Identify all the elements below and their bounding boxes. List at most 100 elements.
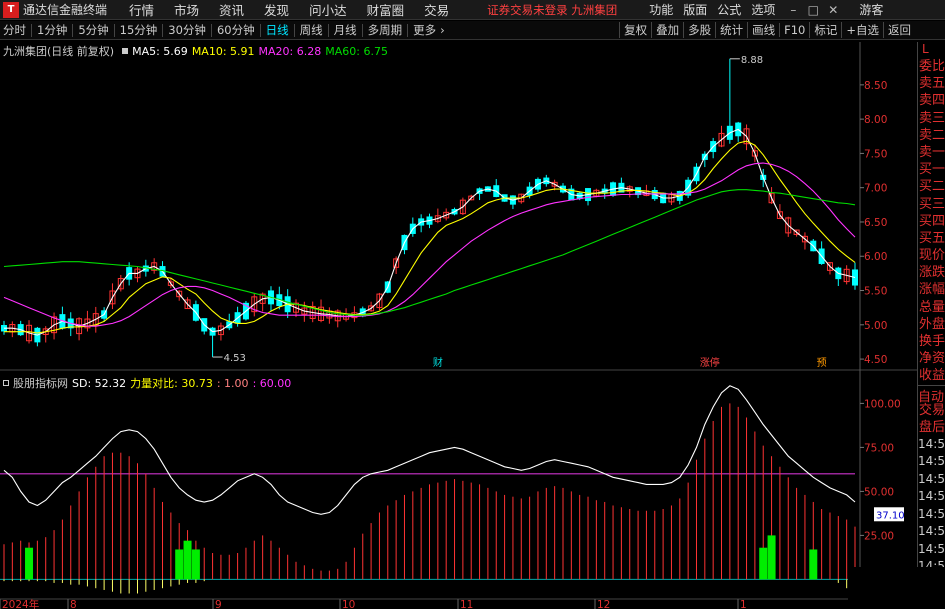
tick-time: 14:56 <box>918 506 945 521</box>
period-tab[interactable]: 周线 <box>297 22 326 38</box>
panel-sub-fields: 交易 盘后 <box>918 402 945 436</box>
quote-field-label: 买五 <box>919 230 945 246</box>
tool-button[interactable]: +自选 <box>841 22 883 38</box>
panel-sub-label[interactable]: 交易 <box>918 402 945 419</box>
window-buttons: – □ ✕ <box>783 3 843 17</box>
ma20-label: MA20: 6.28 <box>258 44 322 58</box>
chart-tools: 复权 叠加 多股 统计 画线 F10 标记 +自选 返回 <box>619 22 915 38</box>
signal-block <box>191 549 200 580</box>
title-right-menu: 功能 版面 公式 选项 <box>639 1 775 18</box>
signal-block <box>809 549 818 580</box>
period-tab[interactable]: 月线 <box>331 22 360 38</box>
separator <box>327 23 329 37</box>
quote-field-label: 买三 <box>919 196 945 212</box>
quote-field-label: 买四 <box>919 213 945 229</box>
tool-button[interactable]: 复权 <box>619 22 651 38</box>
period-tab[interactable]: 15分钟 <box>117 22 161 38</box>
separator <box>210 23 212 37</box>
title-right-item[interactable]: 功能 <box>649 1 673 18</box>
period-tab[interactable]: 5分钟 <box>75 22 111 38</box>
tool-button[interactable]: 多股 <box>683 22 715 38</box>
separator <box>113 23 115 37</box>
value-tag: 37.10 <box>876 510 905 521</box>
x-axis-label: 9 <box>215 599 222 609</box>
quote-field-label: 卖五 <box>919 76 945 92</box>
signal-block <box>767 535 776 580</box>
period-tabs: 分时 1分钟 5分钟 15分钟 30分钟 60分钟 日线 周线 月线 多周期 更多 <box>0 22 439 38</box>
separator <box>72 23 74 37</box>
menu-item[interactable]: 问小达 <box>309 0 347 19</box>
panel-level-label[interactable]: L <box>918 42 945 58</box>
ma60-label: MA60: 6.75 <box>325 44 388 58</box>
price-annotation: 4.53 <box>224 353 246 364</box>
period-tab[interactable]: 30分钟 <box>165 22 209 38</box>
period-tab[interactable]: 日线 <box>263 22 292 38</box>
y-tick-label: 5.50 <box>864 286 887 298</box>
close-icon[interactable]: ✕ <box>823 3 843 17</box>
ma10-label: MA10: 5.91 <box>191 44 255 58</box>
tool-button[interactable]: 返回 <box>883 22 915 38</box>
v2-label: : 60.00 <box>252 376 292 390</box>
panel-auto-label[interactable]: 自动 <box>918 384 945 405</box>
tick-time: 14:56 <box>918 471 945 486</box>
menu-item[interactable]: 行情 <box>129 0 154 19</box>
quote-fields: 委比 卖五 卖四 卖三 卖二 卖一 买一 买二 买三 买四 买五 现价 涨跌 涨幅 总量 外盘 换手 净资 收益 <box>918 58 945 385</box>
v1-label: : 1.00 <box>216 376 249 390</box>
more-arrow-icon[interactable]: › <box>440 23 445 37</box>
y-tick-label: 100.00 <box>864 398 901 410</box>
menu-item[interactable]: 市场 <box>174 0 199 19</box>
title-right-item[interactable]: 版面 <box>683 1 707 18</box>
y-tick-label: 7.00 <box>864 183 887 195</box>
maximize-icon[interactable]: □ <box>803 3 823 17</box>
panel-sub-label[interactable]: 盘后 <box>918 419 945 436</box>
tick-time: 14:56 <box>918 454 945 469</box>
separator <box>162 23 164 37</box>
quote-field-label: 卖一 <box>919 144 945 160</box>
period-tab[interactable]: 1分钟 <box>34 22 70 38</box>
title-right-item[interactable]: 公式 <box>717 1 741 18</box>
menu-item[interactable]: 交易 <box>424 0 449 19</box>
guest-user[interactable]: 游客 <box>859 1 883 18</box>
menu-item[interactable]: 财富圈 <box>367 0 405 19</box>
y-tick-label: 5.00 <box>864 320 887 332</box>
signal-block <box>183 540 192 580</box>
period-tab[interactable]: 更多 <box>410 22 439 38</box>
menu-item[interactable]: 发现 <box>264 0 289 19</box>
y-tick-label: 25.00 <box>864 530 894 542</box>
y-tick-label: 8.00 <box>864 114 887 126</box>
tool-button[interactable]: 标记 <box>809 22 841 38</box>
quote-field-label: 外盘 <box>919 316 945 332</box>
menu-item[interactable]: 资讯 <box>219 0 244 19</box>
chart-area[interactable]: 8.50 8.00 7.50 7.00 6.50 6.00 5.50 5.00 4.50 100.… <box>0 42 917 609</box>
minimize-icon[interactable]: – <box>783 3 803 17</box>
title-right-item[interactable]: 选项 <box>751 1 775 18</box>
y-tick-label: 6.00 <box>864 251 887 263</box>
quote-field-label: 委比 <box>919 59 945 74</box>
tool-button[interactable]: 叠加 <box>651 22 683 38</box>
quote-field-label: 卖三 <box>919 110 945 126</box>
tick-time: 14:56 <box>918 524 945 539</box>
tool-button[interactable]: 统计 <box>715 22 747 38</box>
tool-button[interactable]: 画线 <box>747 22 779 38</box>
quote-field-label: 净资 <box>919 351 945 367</box>
signal-block <box>175 549 184 580</box>
y-tick-label: 7.50 <box>864 148 887 160</box>
tool-button[interactable]: F10 <box>779 23 809 37</box>
watermark <box>848 567 944 609</box>
quote-field-label: 涨跌 <box>919 265 945 281</box>
period-tab[interactable]: 分时 <box>0 22 29 38</box>
x-axis-label: 12 <box>597 599 610 609</box>
tick-time: 14:56 <box>918 489 945 504</box>
trade-login-notice[interactable]: 证券交易未登录 九洲集团 <box>487 2 617 18</box>
stock-name[interactable]: 九洲集团(日线 前复权) <box>3 43 114 59</box>
period-tab[interactable]: 60分钟 <box>214 22 258 38</box>
quote-field-label: 卖四 <box>919 93 945 109</box>
quote-side-panel: L 委比 卖五 卖四 卖三 卖二 卖一 买一 买二 买三 买四 买五 现价 涨跌 涨幅 总量 外盘 换手 净资 收益… <box>917 42 945 609</box>
ma-dot-icon <box>122 48 129 54</box>
x-axis-label: 2024年 <box>2 598 39 609</box>
sub-indicator-line: 股朋指标网 SD: 52.32 力量对比: 30.73 : 1.00 : 60.… <box>3 375 291 391</box>
quote-field-label: 涨幅 <box>919 282 945 298</box>
sub-indicator-name[interactable]: 股朋指标网 <box>13 375 68 391</box>
period-tab[interactable]: 多周期 <box>365 22 406 38</box>
event-marker: 涨停 <box>700 356 720 369</box>
